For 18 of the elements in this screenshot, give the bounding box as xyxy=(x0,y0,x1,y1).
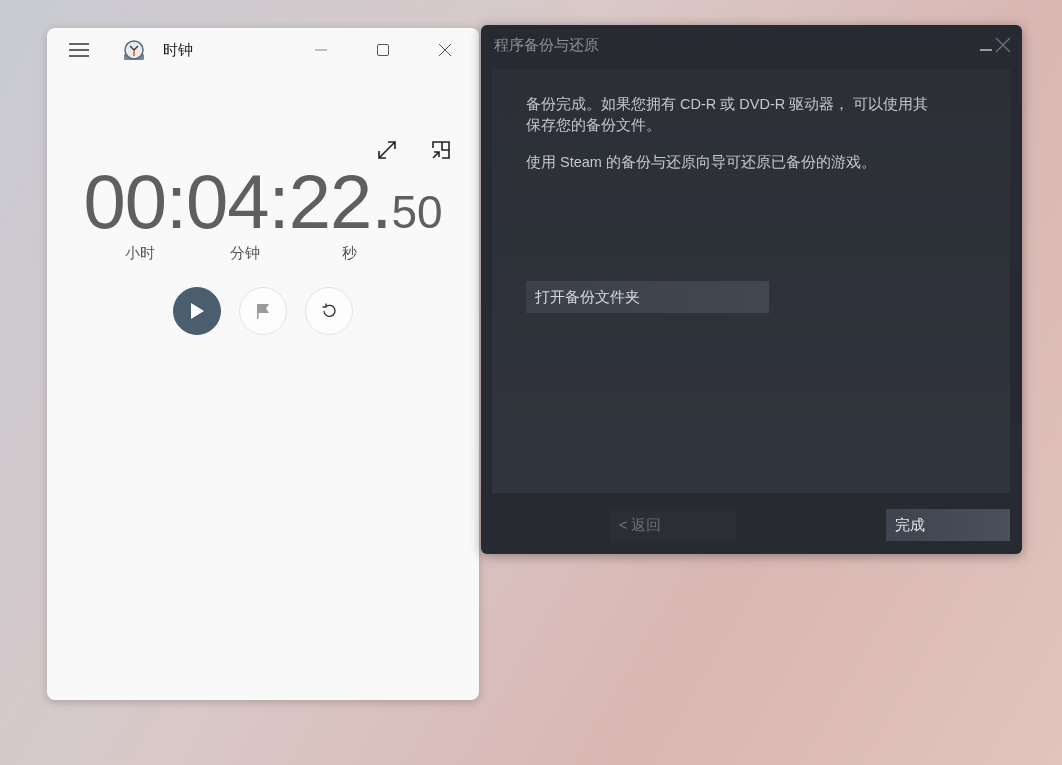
stopwatch-time: 00:04:22.50 xyxy=(82,164,444,240)
reset-button[interactable] xyxy=(305,287,353,335)
open-folder-button[interactable]: 打开备份文件夹 xyxy=(526,281,769,313)
time-unit-label: 分钟 xyxy=(228,244,261,263)
window-title: 时钟 xyxy=(163,40,194,60)
time-unit-label: 小时 xyxy=(123,244,156,263)
expand-icon[interactable] xyxy=(375,138,399,162)
dialog-message: 备份完成。如果您拥有 CD-R 或 DVD-R 驱动器， 可以使用其保存您的备份文件。 xyxy=(526,95,930,135)
reset-icon xyxy=(320,302,338,320)
dialog-title: 程序备份与还原 xyxy=(494,35,600,55)
dialog-message: 使用 Steam 的备份与还原向导可还原已备份的游戏。 xyxy=(526,153,877,172)
time-unit-label: 秒 xyxy=(341,244,358,263)
finish-button[interactable]: 完成 xyxy=(886,509,1010,541)
play-button[interactable] xyxy=(173,287,221,335)
flag-icon xyxy=(254,302,272,320)
compact-overlay-icon[interactable] xyxy=(429,138,453,162)
clock-app-icon xyxy=(123,39,145,61)
play-icon xyxy=(189,302,205,320)
